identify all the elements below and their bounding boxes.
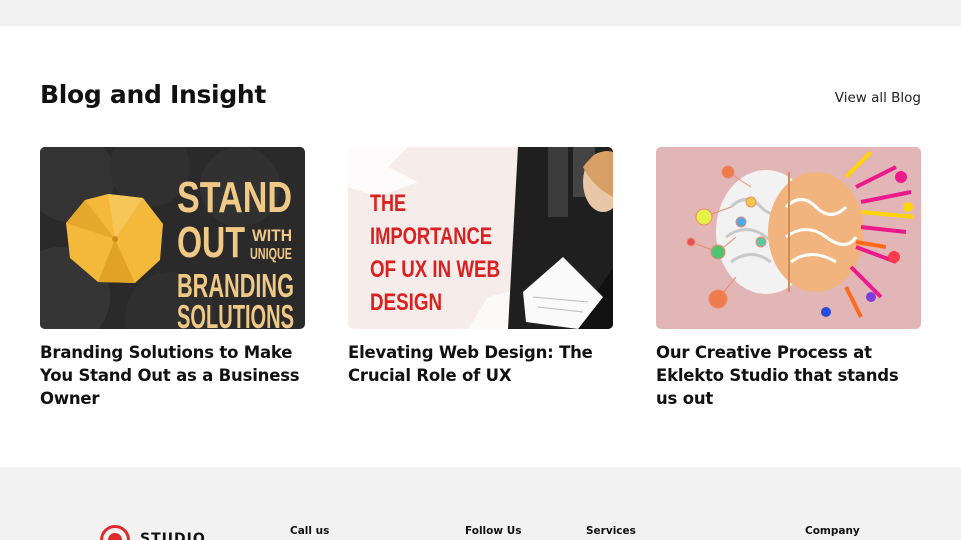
footer-heading-company: Company bbox=[805, 525, 860, 537]
blog-card-3[interactable]: Our Creative Process at Eklekto Studio t… bbox=[656, 147, 921, 410]
image-text-out: OUT bbox=[177, 218, 245, 267]
image-text-ux-in-web: OF UX IN WEB bbox=[370, 256, 500, 283]
section-heading: Blog and Insight bbox=[40, 80, 267, 109]
blog-card-1[interactable]: STAND OUT WITH UNIQUE BRANDING SOLUTIONS… bbox=[40, 147, 305, 410]
image-text-unique: UNIQUE bbox=[250, 246, 292, 263]
image-text-design: DESIGN bbox=[370, 289, 442, 316]
blog-thumb-branding[interactable]: STAND OUT WITH UNIQUE BRANDING SOLUTIONS bbox=[40, 147, 305, 329]
blog-thumb-brain[interactable] bbox=[656, 147, 921, 329]
brain-icon bbox=[716, 170, 864, 294]
logo-dot-icon bbox=[108, 533, 122, 540]
blog-card-title[interactable]: Branding Solutions to Make You Stand Out… bbox=[40, 341, 305, 410]
image-text-importance: IMPORTANCE bbox=[370, 223, 492, 250]
footer-heading-services: Services bbox=[586, 525, 636, 537]
view-all-blog-link[interactable]: View all Blog bbox=[835, 90, 921, 106]
image-text-with: WITH bbox=[252, 226, 292, 245]
blog-card-title[interactable]: Elevating Web Design: The Crucial Role o… bbox=[348, 341, 613, 387]
blog-card-title[interactable]: Our Creative Process at Eklekto Studio t… bbox=[656, 341, 921, 410]
footer-heading-follow: Follow Us bbox=[465, 525, 522, 537]
footer-logo[interactable]: STUDIO bbox=[100, 525, 220, 540]
image-text-stand: STAND bbox=[177, 173, 292, 222]
blog-thumb-ux[interactable]: THE IMPORTANCE OF UX IN WEB DESIGN bbox=[348, 147, 613, 329]
blog-card-2[interactable]: THE IMPORTANCE OF UX IN WEB DESIGN Eleva… bbox=[348, 147, 613, 387]
top-band bbox=[0, 0, 961, 26]
image-text-solutions: SOLUTIONS bbox=[177, 298, 294, 329]
site-footer: STUDIO Call us Follow Us Services Compan… bbox=[0, 467, 961, 540]
logo-text: STUDIO bbox=[140, 531, 206, 540]
image-text-the: THE bbox=[370, 190, 406, 217]
footer-heading-call: Call us bbox=[290, 525, 330, 537]
